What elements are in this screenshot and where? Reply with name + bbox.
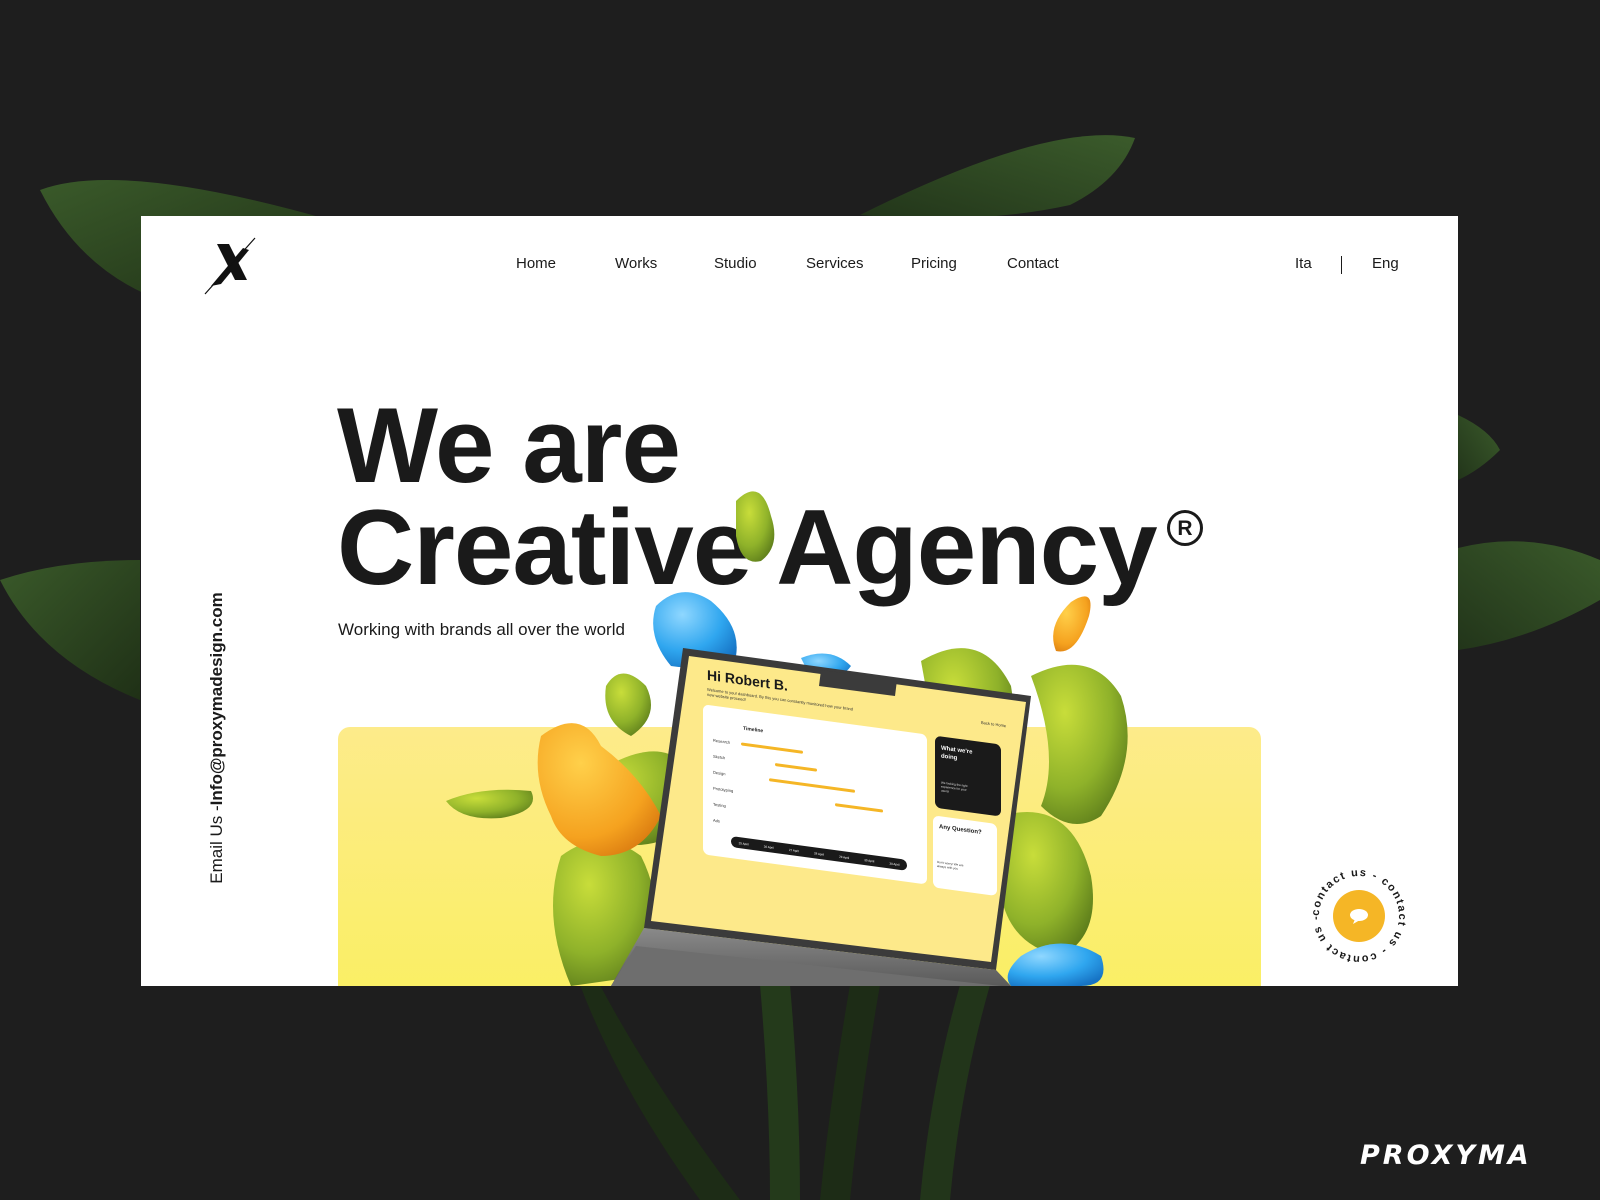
question-card-title: Any Question? [939,824,982,836]
timeline-bar [741,742,803,754]
doing-card-text: We looking the right experience for your… [941,780,968,794]
phase-label: Prototyping [713,785,734,794]
date-label: 25 April [738,840,749,846]
brand-wordmark: PROXYMA [1360,1140,1532,1171]
timeline-card: Timeline Research Sketch Design Prototyp… [703,704,927,885]
phase-label: Ads [713,817,720,824]
phase-label: Testing [713,801,726,809]
date-label: 30 April [864,857,875,863]
chat-bubble-icon [1333,890,1385,942]
question-card-text: Don't worry! We are always with you [937,859,964,871]
phase-label: Design [713,769,726,777]
contact-us-badge[interactable]: contact us - contact us - contact us - [1307,864,1411,968]
phase-label: Sketch [713,753,726,761]
phase-label: Research [713,737,731,745]
timeline-title: Timeline [743,725,764,735]
timeline-bar [775,763,817,772]
question-card: Any Question? Don't worry! We are always… [933,815,997,897]
dashboard-back-link[interactable]: Back to Home [981,720,1006,728]
timeline-bar [769,778,855,793]
date-label: 27 April [788,847,799,853]
doing-card-title: What we're doing [941,745,973,762]
date-label: 29 April [839,854,850,860]
timeline-bar [835,803,883,813]
date-label: 30 April [889,860,900,867]
date-label: 28 April [813,850,824,857]
date-strip: 25 April 26 April 27 April 28 April 29 A… [731,836,907,871]
laptop-dashboard: Hi Robert B. Welcome to your dashboard. … [701,664,1026,963]
doing-card: What we're doing We looking the right ex… [935,735,1001,817]
landing-page-card: Home Works Studio Services Pricing Conta… [141,216,1458,986]
date-label: 26 April [763,843,774,850]
